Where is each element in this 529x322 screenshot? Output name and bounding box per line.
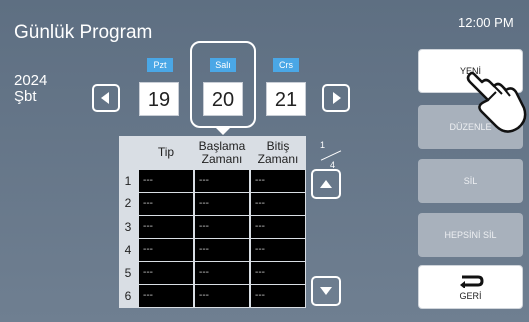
cell-end: --- — [251, 170, 305, 192]
row-number: 3 — [124, 220, 132, 234]
page-current: 1 — [320, 140, 326, 150]
cell-end: --- — [251, 262, 305, 284]
day-num-sali[interactable]: 20 — [203, 82, 243, 116]
row-number: 2 — [124, 196, 132, 210]
day-tab-crs[interactable]: Crs — [273, 58, 299, 72]
col-header-start: Başlama Zamanı — [198, 138, 246, 166]
year-label: 2024 Şbt — [14, 73, 47, 105]
pointing-hand-icon — [466, 71, 527, 133]
right-arrow-icon — [333, 92, 341, 104]
cell-start: --- — [195, 170, 249, 192]
prev-day-button[interactable] — [92, 84, 120, 112]
down-arrow-icon — [320, 287, 332, 295]
back-button[interactable]: GERİ — [418, 265, 523, 309]
cell-type: --- — [139, 239, 193, 261]
cell-start: --- — [195, 193, 249, 215]
delete-all-button[interactable]: HEPSİNİ SİL — [418, 213, 523, 257]
delete-button[interactable]: SİL — [418, 159, 523, 203]
row-number: 1 — [124, 174, 132, 188]
cell-type: --- — [139, 170, 193, 192]
cell-start: --- — [195, 262, 249, 284]
back-icon — [459, 275, 484, 288]
selected-day-pointer — [214, 126, 232, 135]
day-tab-pzt[interactable]: Pzt — [147, 58, 173, 72]
cell-type: --- — [139, 262, 193, 284]
scroll-up-button[interactable] — [311, 169, 341, 199]
schedule-table: Tip Başlama Zamanı Bitiş Zamanı 1 --- --… — [119, 136, 306, 308]
next-day-button[interactable] — [322, 84, 350, 112]
cell-type: --- — [139, 193, 193, 215]
row-number: 6 — [124, 289, 132, 303]
row-number: 5 — [124, 266, 132, 280]
cell-start: --- — [195, 285, 249, 307]
scroll-down-button[interactable] — [311, 276, 341, 306]
cell-type: --- — [139, 285, 193, 307]
left-arrow-icon — [101, 92, 109, 104]
cell-end: --- — [251, 193, 305, 215]
cell-start: --- — [195, 216, 249, 238]
row-number: 4 — [124, 243, 132, 257]
day-tab-sali[interactable]: Salı — [210, 58, 236, 72]
up-arrow-icon — [320, 180, 332, 188]
col-header-type: Tip — [157, 145, 175, 159]
clock: 12:00 PM — [458, 15, 514, 30]
month-value: Şbt — [14, 88, 37, 105]
day-num-crs[interactable]: 21 — [266, 82, 306, 116]
cell-end: --- — [251, 285, 305, 307]
year-value: 2024 — [14, 72, 48, 89]
screen: Günlük Program 12:00 PM 2024 Şbt Pzt 19 … — [0, 0, 529, 322]
cell-end: --- — [251, 216, 305, 238]
cell-type: --- — [139, 216, 193, 238]
cell-start: --- — [195, 239, 249, 261]
day-num-pzt[interactable]: 19 — [139, 82, 179, 116]
back-label: GERİ — [459, 290, 482, 301]
page-title: Günlük Program — [14, 22, 153, 43]
cell-end: --- — [251, 239, 305, 261]
col-header-end: Bitiş Zamanı — [257, 138, 299, 166]
